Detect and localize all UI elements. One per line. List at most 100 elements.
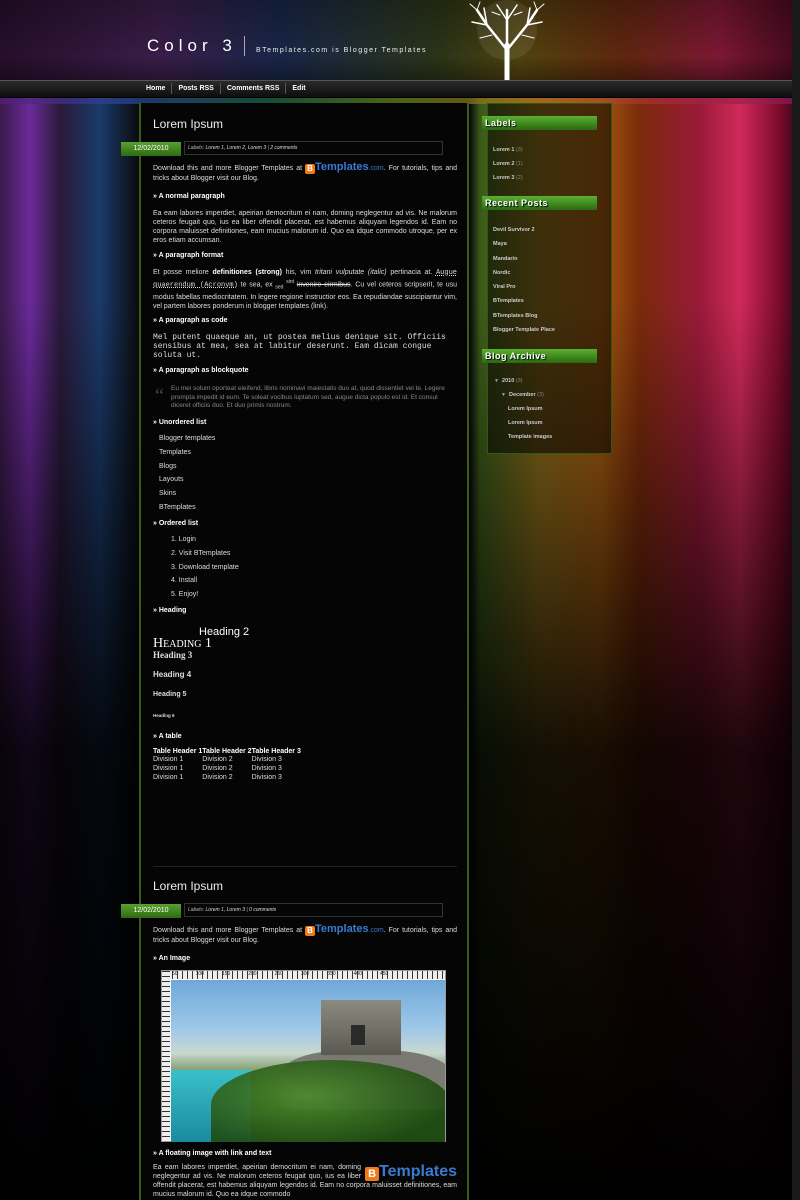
- b-icon: B: [365, 1167, 380, 1181]
- section-heading: » Heading: [153, 607, 187, 614]
- archive-year[interactable]: ▼ 2010 (3): [494, 378, 523, 384]
- table-row: Division 1 Division 2 Division 3: [153, 774, 282, 781]
- quote-icon: “: [155, 385, 164, 407]
- tree-logo-icon: [469, 0, 545, 80]
- ruler-numbers: 50 100 150 200 250 300 350 400 450: [172, 971, 389, 977]
- nav-comments-rss[interactable]: Comments RSS: [221, 83, 287, 94]
- ruler-left: [162, 971, 170, 1141]
- sup-text: sint: [286, 279, 295, 285]
- widget-title-blog-archive: Blog Archive: [482, 349, 597, 363]
- labels-prefix: Labels:: [188, 907, 205, 913]
- intro-text-a: Download this and more Blogger Templates…: [153, 927, 303, 934]
- table-row: Division 1 Division 2 Division 3: [153, 765, 282, 772]
- post-title[interactable]: Lorem Ipsum: [153, 879, 457, 893]
- formatted-paragraph: Et posse meliore definitiones (strong) h…: [153, 269, 458, 310]
- scrollbar[interactable]: [792, 0, 800, 1200]
- post-intro: Download this and more Blogger Templates…: [153, 923, 457, 945]
- list-item: Templates: [159, 449, 191, 456]
- labels-prefix: Labels:: [188, 145, 205, 151]
- normal-paragraph: Ea eam labores imperdiet, apeirian democ…: [153, 210, 457, 244]
- comments-link[interactable]: 2 comments: [270, 145, 297, 151]
- data-table: Table Header 1 Table Header 2 Table Head…: [153, 748, 457, 782]
- site-title[interactable]: Color 3: [147, 36, 237, 56]
- heading-5: Heading 5: [153, 691, 187, 698]
- heading-6: Heading 6: [153, 713, 175, 718]
- table-header: Table Header 3: [251, 748, 301, 755]
- list-item: 2. Visit BTemplates: [171, 550, 231, 557]
- expand-arrow-icon[interactable]: ▼: [494, 378, 499, 384]
- nav-bar: Home Posts RSS Comments RSS Edit: [0, 80, 800, 98]
- widget-title-labels: Labels: [482, 116, 597, 130]
- table-header: Table Header 1: [153, 748, 203, 755]
- list-item: 3. Download template: [171, 564, 239, 571]
- section-heading: » A table: [153, 733, 182, 740]
- blockquote: “ Eu mei solum oporteat eleifend, libris…: [155, 385, 445, 409]
- intro-text-a: Download this and more Blogger Templates…: [153, 165, 303, 172]
- float-section: B Templates Ea eam labores imperdiet, ape…: [153, 1163, 457, 1199]
- recent-post-link[interactable]: Nordic: [493, 270, 510, 276]
- section-heading: » Ordered list: [153, 520, 199, 527]
- recent-post-link[interactable]: BTemplates Blog: [493, 313, 538, 319]
- list-item: Blogs: [159, 463, 177, 470]
- section-heading: » A floating image with link and text: [153, 1150, 272, 1157]
- archive-post-link[interactable]: Lorem Ipsum: [508, 420, 543, 426]
- post-title[interactable]: Lorem Ipsum: [153, 117, 457, 131]
- b-icon: B: [305, 164, 315, 174]
- section-heading: » A normal paragraph: [153, 193, 225, 200]
- ruins-photo: [171, 980, 445, 1142]
- section-heading: » An Image: [153, 955, 191, 962]
- recent-post-link[interactable]: Viral Pro: [493, 284, 516, 290]
- nav-edit[interactable]: Edit: [286, 83, 311, 94]
- section-heading: » A paragraph format: [153, 252, 224, 259]
- table-row: Division 1 Division 2 Division 3: [153, 756, 282, 763]
- heading-4: Heading 4: [153, 670, 192, 679]
- nav-posts-rss[interactable]: Posts RSS: [172, 83, 221, 94]
- heading-3: Heading 3: [153, 650, 193, 660]
- sidebar-label-item[interactable]: Lorem 3 (2): [493, 175, 523, 181]
- recent-post-link[interactable]: Mandarin: [493, 256, 517, 262]
- sidebar-label-item[interactable]: Lorem 1 (3): [493, 147, 523, 153]
- comments-link[interactable]: 0 comments: [249, 907, 276, 913]
- recent-post-link[interactable]: Blogger Template Place: [493, 327, 555, 333]
- list-item: 5. Enjoy!: [171, 591, 199, 598]
- b-icon: B: [305, 926, 315, 936]
- section-heading: » A paragraph as blockquote: [153, 367, 249, 374]
- archive-post-link[interactable]: Template images: [508, 434, 552, 440]
- expand-arrow-icon[interactable]: ▼: [501, 392, 506, 398]
- nav-home[interactable]: Home: [140, 83, 173, 94]
- recent-post-link[interactable]: BTemplates: [493, 298, 524, 304]
- archive-post-link[interactable]: Lorem Ipsum: [508, 406, 543, 412]
- archive-month[interactable]: ▼ December (3): [501, 392, 544, 398]
- strong-text: definitiones (strong): [212, 269, 282, 276]
- title-separator: [244, 36, 245, 56]
- site-description: BTemplates.com is Blogger Templates: [256, 47, 428, 54]
- labels-links[interactable]: Lorem 1, Lorem 3: [206, 907, 245, 913]
- widget-title-recent-posts: Recent Posts: [482, 196, 597, 210]
- sub-text: sed: [275, 284, 284, 291]
- btemplates-logo[interactable]: B Templates.com: [305, 923, 384, 936]
- list-item: Layouts: [159, 476, 184, 483]
- strike-text: invenire eirmibus: [296, 281, 351, 289]
- recent-post-link[interactable]: Devil Survivor 2: [493, 227, 535, 233]
- post-labels: Labels: Lorem 1, Lorem 3 | 0 comments: [184, 903, 443, 917]
- btemplates-float-logo[interactable]: B Templates: [365, 1163, 457, 1181]
- section-heading: » Unordered list: [153, 419, 207, 426]
- post-intro: Download this and more Blogger Templates…: [153, 161, 457, 183]
- list-item: 1. Login: [171, 536, 196, 543]
- section-heading: » A paragraph as code: [153, 317, 228, 324]
- table-header: Table Header 2: [202, 748, 252, 755]
- post-date: 12/02/2010: [121, 142, 181, 156]
- post-image[interactable]: 50 100 150 200 250 300 350 400 450: [161, 970, 446, 1142]
- italic-text: tritani vulputate (italic): [314, 269, 387, 276]
- labels-links[interactable]: Lorem 1, Lorem 2, Lorem 3: [206, 145, 267, 151]
- post-date: 12/02/2010: [121, 904, 181, 918]
- list-item: Skins: [159, 490, 177, 497]
- post-labels: Labels: Lorem 1, Lorem 2, Lorem 3 | 2 co…: [184, 141, 443, 155]
- post-divider: [153, 866, 457, 867]
- recent-post-link[interactable]: Maya: [493, 241, 507, 247]
- btemplates-logo[interactable]: B Templates.com: [305, 161, 384, 174]
- list-item: 4. Install: [171, 577, 198, 584]
- sidebar-label-item[interactable]: Lorem 2 (1): [493, 161, 523, 167]
- code-paragraph: Mel putent quaeque an, ut postea melius …: [153, 333, 446, 360]
- site-header: [0, 0, 800, 80]
